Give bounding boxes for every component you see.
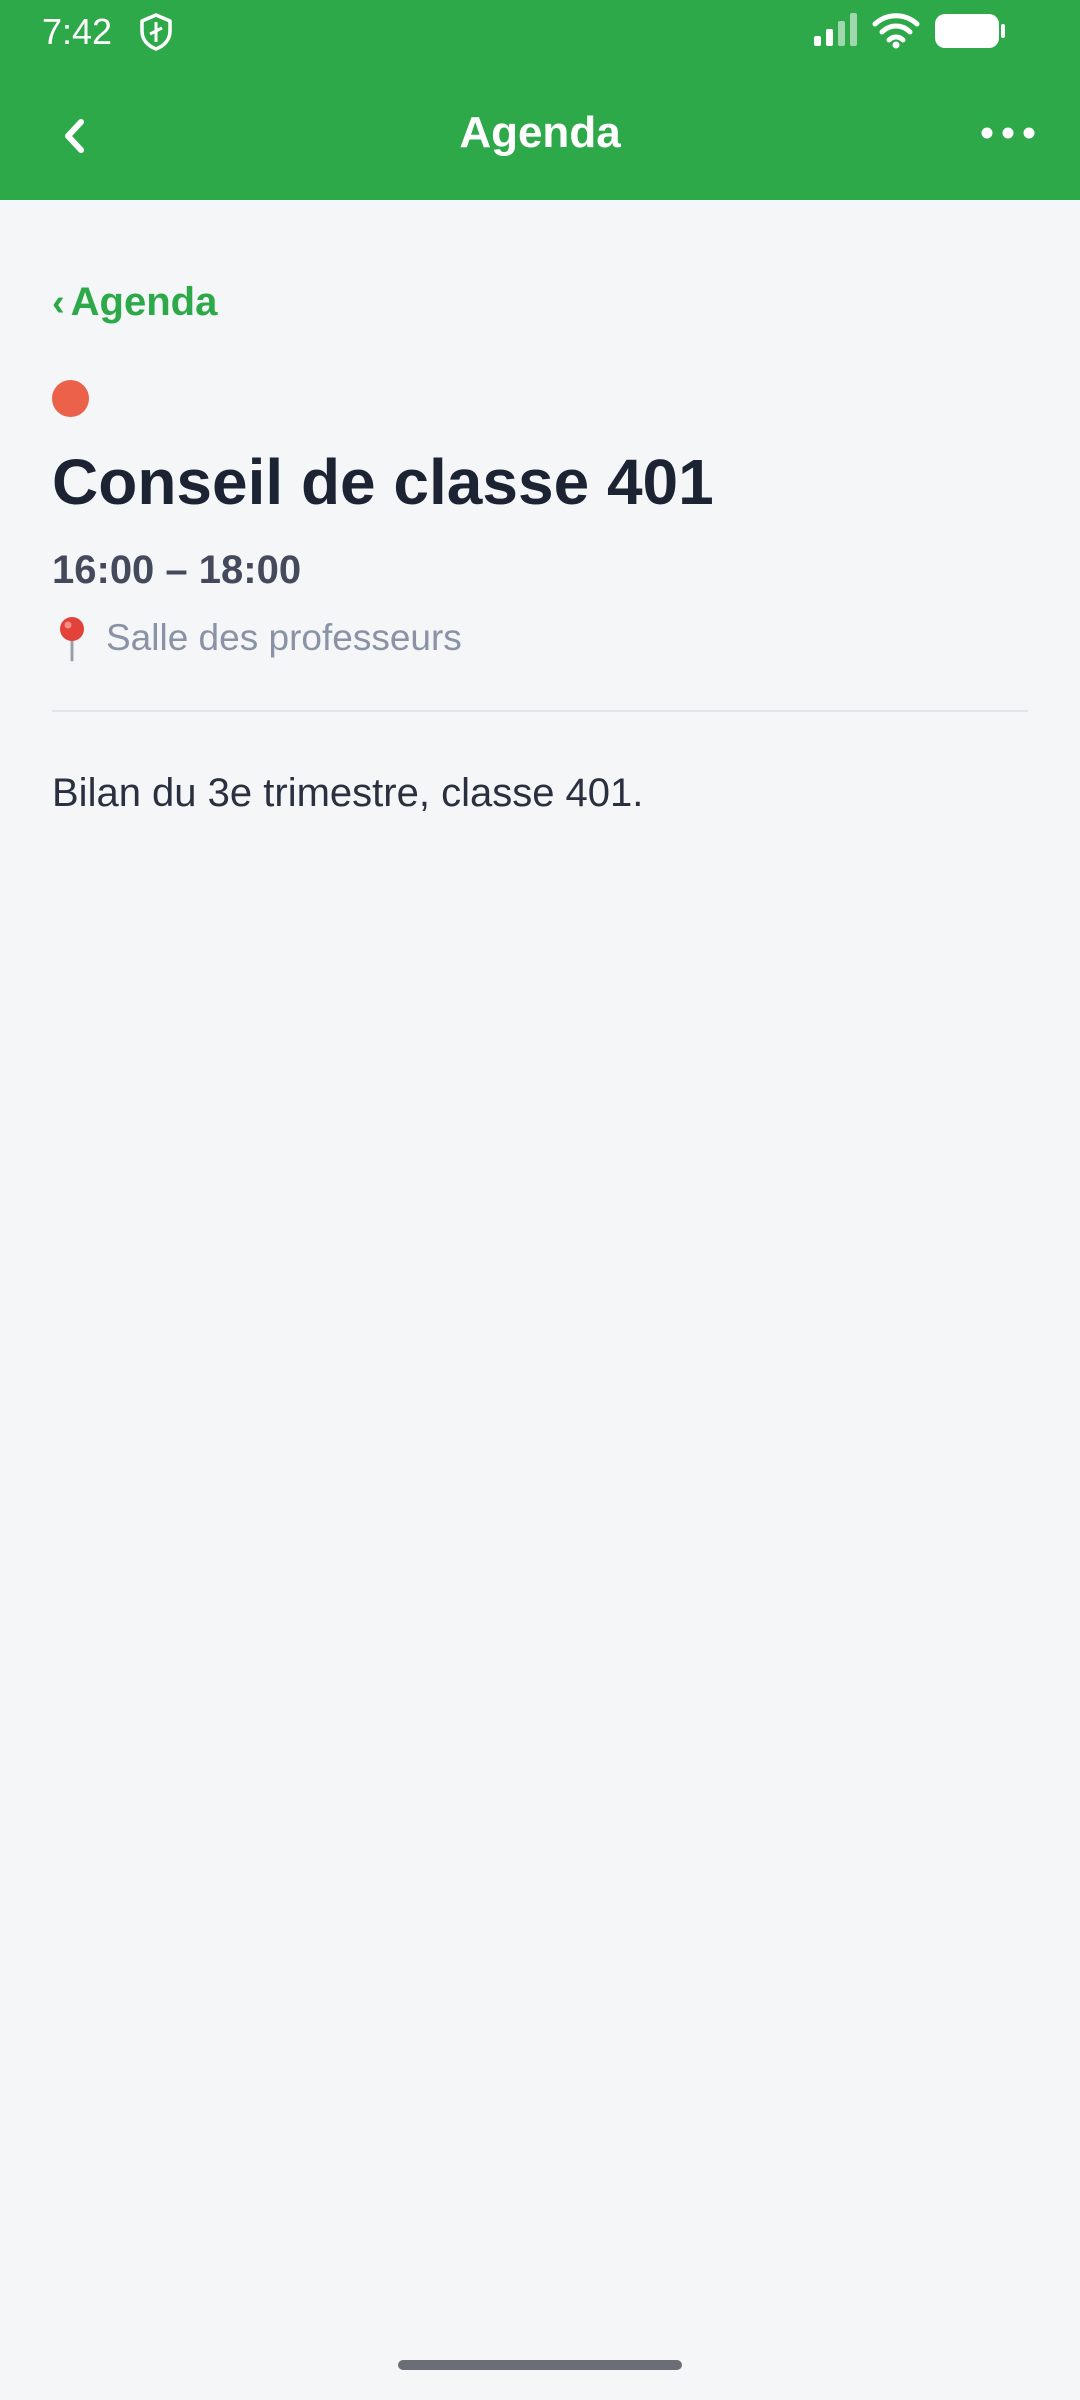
event-color-dot	[52, 380, 89, 417]
header-bar: 7:42 Agenda	[0, 0, 1080, 200]
home-indicator[interactable]	[398, 2360, 682, 2370]
breadcrumb-label: Agenda	[70, 280, 218, 324]
event-location: Salle des professeurs	[52, 612, 462, 664]
event-title: Conseil de classe 401	[52, 446, 714, 518]
more-options-button[interactable]	[968, 100, 1048, 166]
shield-icon	[140, 13, 172, 51]
signal-icon	[814, 13, 857, 46]
map-pin-icon	[60, 617, 84, 662]
status-time: 7:42	[42, 11, 113, 52]
event-detail-screen: 7:42 Agenda ‹ Agenda Conseil de classe 4…	[0, 0, 1080, 2400]
event-location-text: Salle des professeurs	[106, 617, 462, 658]
more-horizontal-icon	[981, 127, 1035, 139]
chevron-left-icon: ‹	[52, 282, 65, 324]
breadcrumb-back-link[interactable]: ‹ Agenda	[52, 276, 217, 329]
wifi-icon	[872, 13, 920, 49]
divider	[52, 710, 1028, 712]
app-bar-title: Agenda	[459, 108, 621, 157]
event-time-range: 16:00 – 18:00	[52, 548, 302, 592]
battery-icon	[935, 14, 1005, 48]
event-description: Bilan du 3e trimestre, classe 401.	[52, 771, 644, 815]
